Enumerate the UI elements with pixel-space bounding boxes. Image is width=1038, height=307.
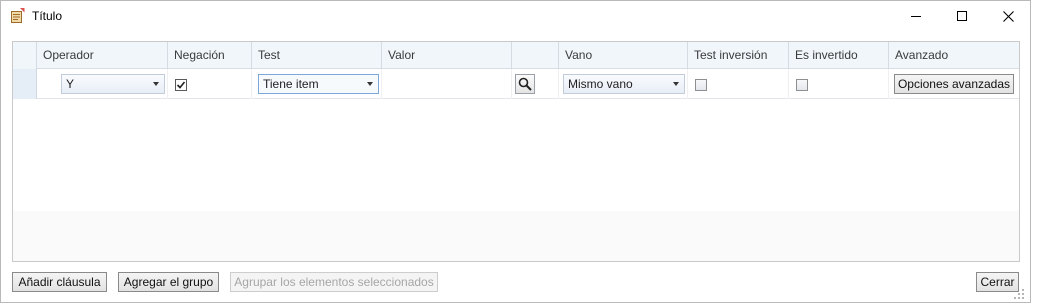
cell-vano: Mismo vano bbox=[559, 69, 688, 99]
resize-grip-icon[interactable] bbox=[1014, 288, 1024, 299]
column-header-valor[interactable]: Valor bbox=[382, 42, 512, 69]
cell-test-inversion bbox=[688, 69, 789, 99]
test-dropdown[interactable]: Tiene item bbox=[258, 74, 379, 94]
column-header-vano[interactable]: Vano bbox=[559, 42, 688, 69]
test-value: Tiene item bbox=[263, 77, 319, 91]
window-title: Título bbox=[32, 9, 63, 23]
chevron-down-icon bbox=[673, 82, 679, 86]
clauses-grid[interactable]: Operador Negación Test Valor Vano Test i… bbox=[12, 41, 1020, 262]
column-header-test-inversion[interactable]: Test inversión bbox=[688, 42, 789, 69]
maximize-icon bbox=[957, 11, 967, 21]
table-row[interactable]: Y Tiene item Mismo vano Opciones avanzad… bbox=[37, 69, 1019, 99]
search-value-button[interactable] bbox=[515, 74, 535, 94]
operador-value: Y bbox=[66, 77, 75, 91]
chevron-down-icon bbox=[367, 82, 373, 86]
close-window-button[interactable] bbox=[985, 1, 1031, 31]
add-clause-button[interactable]: Añadir cláusula bbox=[12, 272, 107, 292]
grid-empty-area bbox=[13, 211, 1019, 261]
magnifier-icon bbox=[518, 77, 532, 91]
cell-es-invertido bbox=[789, 69, 889, 99]
title-bar[interactable]: Título bbox=[1, 1, 1030, 31]
grid-header: Operador Negación Test Valor Vano Test i… bbox=[13, 42, 1019, 69]
close-icon bbox=[1002, 10, 1014, 22]
group-selected-button[interactable]: Agrupar los elementos seleccionados bbox=[230, 272, 438, 292]
column-header-test[interactable]: Test bbox=[252, 42, 382, 69]
vano-dropdown[interactable]: Mismo vano bbox=[563, 74, 685, 94]
operador-dropdown[interactable]: Y bbox=[61, 74, 165, 94]
dialog-window: Título Operador Negación Test Valor Vano… bbox=[0, 0, 1031, 303]
minimize-icon bbox=[911, 16, 921, 17]
column-header-search[interactable] bbox=[512, 42, 559, 69]
cell-test: Tiene item bbox=[252, 69, 382, 99]
cell-valor[interactable] bbox=[382, 69, 512, 99]
add-group-button[interactable]: Agregar el grupo bbox=[118, 272, 219, 292]
column-header-operador[interactable]: Operador bbox=[37, 42, 168, 69]
app-document-icon bbox=[11, 8, 25, 23]
cell-negacion bbox=[168, 69, 252, 99]
cell-operador: Y bbox=[37, 69, 168, 99]
cell-search bbox=[512, 69, 559, 99]
chevron-down-icon bbox=[153, 82, 159, 86]
advanced-options-button[interactable]: Opciones avanzadas bbox=[894, 74, 1014, 94]
negacion-checkbox[interactable] bbox=[175, 79, 187, 91]
column-header-avanzado[interactable]: Avanzado bbox=[889, 42, 1019, 69]
column-header-es-invertido[interactable]: Es invertido bbox=[789, 42, 889, 69]
row-selector[interactable] bbox=[13, 69, 37, 99]
es-invertido-checkbox[interactable] bbox=[796, 79, 808, 91]
close-button[interactable]: Cerrar bbox=[976, 272, 1019, 292]
vano-value: Mismo vano bbox=[568, 77, 633, 91]
grid-corner-cell bbox=[13, 42, 37, 69]
cell-avanzado: Opciones avanzadas bbox=[889, 69, 1019, 99]
minimize-button[interactable] bbox=[893, 1, 939, 31]
maximize-button[interactable] bbox=[939, 1, 985, 31]
column-header-negacion[interactable]: Negación bbox=[168, 42, 252, 69]
checkmark-icon bbox=[176, 81, 186, 89]
test-inversion-checkbox[interactable] bbox=[695, 79, 707, 91]
